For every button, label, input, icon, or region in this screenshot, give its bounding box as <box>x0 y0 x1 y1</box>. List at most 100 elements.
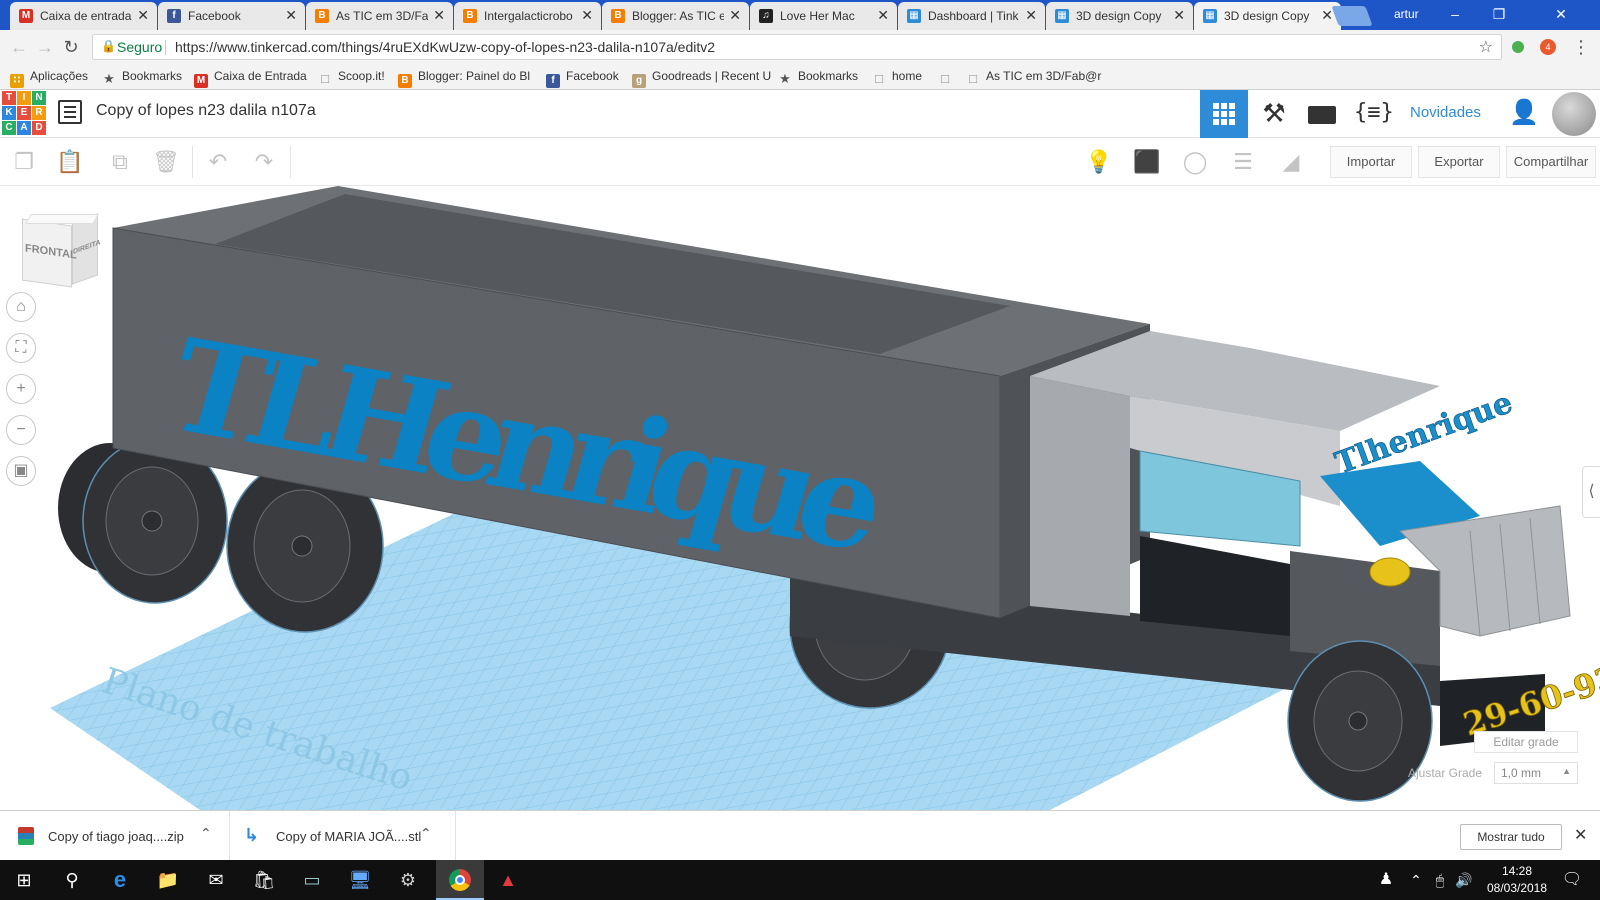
bookmark-item[interactable]: □ Scoop.it! <box>318 69 385 86</box>
app-icon[interactable]: ▭ <box>296 866 328 894</box>
address-bar[interactable]: 🔒 Seguro https://www.tinkercad.com/thing… <box>92 34 1502 60</box>
3d-viewport[interactable]: Plano de trabalho TLHenrique Tlhenrique … <box>0 186 1600 810</box>
bookmark-item[interactable]: □ home <box>872 69 922 86</box>
novidades-link[interactable]: Novidades <box>1410 104 1481 121</box>
browser-menu-icon[interactable]: ⋮ <box>1570 36 1592 58</box>
sketchup-icon[interactable]: ▲ <box>492 866 524 894</box>
view-cube[interactable]: FRONTAL DIREITA <box>22 213 100 288</box>
minimize-button[interactable]: – <box>1432 0 1478 30</box>
bookmark-item[interactable]: f Facebook <box>546 69 619 88</box>
browser-tab[interactable]: M Caixa de entrada ✕ <box>10 2 157 30</box>
extension-green-icon[interactable] <box>1512 41 1524 53</box>
snap-grid-select[interactable]: 1,0 mm ▲ <box>1494 762 1578 784</box>
design-list-icon[interactable] <box>58 100 82 124</box>
chevron-up-icon[interactable]: ⌃ <box>200 825 212 842</box>
bookmark-item[interactable]: ★ Bookmarks <box>102 69 182 86</box>
export-button[interactable]: Exportar <box>1418 146 1500 178</box>
perspective-icon[interactable]: ▣ <box>6 456 36 486</box>
forward-icon[interactable]: → <box>34 36 56 58</box>
close-window-button[interactable]: ✕ <box>1522 0 1600 30</box>
scene-svg[interactable]: Plano de trabalho TLHenrique Tlhenrique … <box>0 186 1600 810</box>
paste-icon[interactable]: 📋 <box>54 146 86 178</box>
inspector-toggle[interactable]: ⟨ <box>1582 466 1600 518</box>
edge-icon[interactable]: e <box>104 866 136 894</box>
clock-time[interactable]: 14:28 <box>1492 864 1542 878</box>
zoom-out-icon[interactable]: − <box>6 415 36 445</box>
mirror-icon[interactable]: ◢ <box>1275 146 1307 178</box>
duplicate-icon[interactable]: ⧉ <box>104 146 136 178</box>
store-icon[interactable]: 🛍 <box>248 866 280 894</box>
back-icon[interactable]: ← <box>8 36 30 58</box>
lightbulb-icon[interactable]: 💡 <box>1083 146 1115 178</box>
bookmark-star-icon[interactable]: ☆ <box>1479 37 1493 57</box>
chrome-taskbar-button[interactable] <box>436 860 484 900</box>
fit-view-icon[interactable]: ⛶ <box>6 333 36 363</box>
close-downloads-icon[interactable]: ✕ <box>1574 825 1587 845</box>
3d-view-button[interactable] <box>1200 90 1248 138</box>
browser-tab[interactable]: B Blogger: As TIC e ✕ <box>602 2 749 30</box>
tinkercad-logo[interactable]: TIN KER CAD <box>2 91 46 135</box>
browser-tab[interactable]: ♫ Love Her Mac ✕ <box>750 2 897 30</box>
close-tab-icon[interactable]: ✕ <box>285 7 297 24</box>
new-tab-button[interactable] <box>1331 6 1373 26</box>
add-user-icon[interactable]: 👤 <box>1508 98 1540 130</box>
codeblocks-icon[interactable]: {≡} <box>1354 98 1394 130</box>
file-explorer-icon[interactable]: 📁 <box>152 866 184 894</box>
browser-tab[interactable]: ▦ 3D design Copy ✕ <box>1046 2 1193 30</box>
windows-start-icon[interactable]: ⊞ <box>8 866 40 894</box>
page-title[interactable]: Copy of lopes n23 dalila n107a <box>96 102 316 120</box>
bookmark-item[interactable]: g Goodreads | Recent U <box>632 69 771 88</box>
ungroup-icon[interactable]: ◯ <box>1179 146 1211 178</box>
copy-icon[interactable]: ❐ <box>8 146 40 178</box>
browser-tab[interactable]: B Intergalacticrobo ✕ <box>454 2 601 30</box>
align-icon[interactable]: ☰ <box>1227 146 1259 178</box>
group-icon[interactable]: ⬛ <box>1131 146 1163 178</box>
volume-icon[interactable]: 🔊 <box>1448 866 1480 894</box>
close-tab-icon[interactable]: ✕ <box>877 7 889 24</box>
delete-icon[interactable]: 🗑 <box>150 146 182 178</box>
redo-icon[interactable]: ↷ <box>248 146 280 178</box>
mail-icon[interactable]: ✉ <box>200 866 232 894</box>
reload-icon[interactable]: ↻ <box>60 36 82 58</box>
bricks-icon[interactable] <box>1308 106 1336 124</box>
chevron-up-icon[interactable]: ⌃ <box>420 825 432 842</box>
network-app-icon[interactable]: 🖥 <box>344 866 376 894</box>
close-tab-icon[interactable]: ✕ <box>729 7 741 24</box>
import-button[interactable]: Importar <box>1330 146 1412 178</box>
notifications-icon[interactable]: 🗨 <box>1556 866 1588 894</box>
browser-tab[interactable]: f Facebook ✕ <box>158 2 305 30</box>
pickaxe-icon[interactable]: ⚒ <box>1258 98 1290 130</box>
close-tab-icon[interactable]: ✕ <box>1321 7 1333 24</box>
close-tab-icon[interactable]: ✕ <box>433 7 445 24</box>
share-button[interactable]: Compartilhar <box>1506 146 1596 178</box>
edit-grid-button[interactable]: Editar grade <box>1474 731 1578 753</box>
bookmark-item[interactable]: □ As TIC em 3D/Fab@r <box>966 69 1101 86</box>
browser-tab-label: As TIC em 3D/Fa <box>336 9 428 23</box>
restore-button[interactable]: ❐ <box>1476 0 1522 30</box>
show-all-button[interactable]: Mostrar tudo <box>1460 824 1562 850</box>
bookmark-item[interactable]: □ <box>938 69 958 86</box>
home-view-icon[interactable]: ⌂ <box>6 292 36 322</box>
people-icon[interactable]: ♟ <box>1370 866 1402 894</box>
bookmark-item[interactable]: ★ Bookmarks <box>778 69 858 86</box>
zoom-in-icon[interactable]: + <box>6 374 36 404</box>
close-tab-icon[interactable]: ✕ <box>1025 7 1037 24</box>
app2-icon[interactable]: ⚙ <box>392 866 424 894</box>
avatar[interactable] <box>1552 92 1596 136</box>
undo-icon[interactable]: ↶ <box>202 146 234 178</box>
browser-tab[interactable]: ▦ Dashboard | Tink ✕ <box>898 2 1045 30</box>
bookmark-item[interactable]: M Caixa de Entrada <box>194 69 307 88</box>
clock-date[interactable]: 08/03/2018 <box>1484 881 1550 895</box>
extension-badge-icon[interactable]: 4 <box>1540 39 1556 55</box>
search-icon[interactable]: ⚲ <box>56 866 88 894</box>
browser-tab[interactable]: B As TIC em 3D/Fa ✕ <box>306 2 453 30</box>
user-profile-label[interactable]: artur <box>1394 7 1419 21</box>
bookmark-item[interactable]: ∷ Aplicações <box>10 69 88 88</box>
close-tab-icon[interactable]: ✕ <box>137 7 149 24</box>
close-tab-icon[interactable]: ✕ <box>581 7 593 24</box>
download-item[interactable]: Copy of tiago joaq....zip ⌃ <box>0 811 230 861</box>
download-item[interactable]: ↳ Copy of MARIA JOÃ....stl ⌃ <box>230 811 456 861</box>
browser-tab[interactable]: ▦ 3D design Copy ✕ <box>1194 2 1341 30</box>
bookmark-item[interactable]: B Blogger: Painel do Bl <box>398 69 530 88</box>
close-tab-icon[interactable]: ✕ <box>1173 7 1185 24</box>
